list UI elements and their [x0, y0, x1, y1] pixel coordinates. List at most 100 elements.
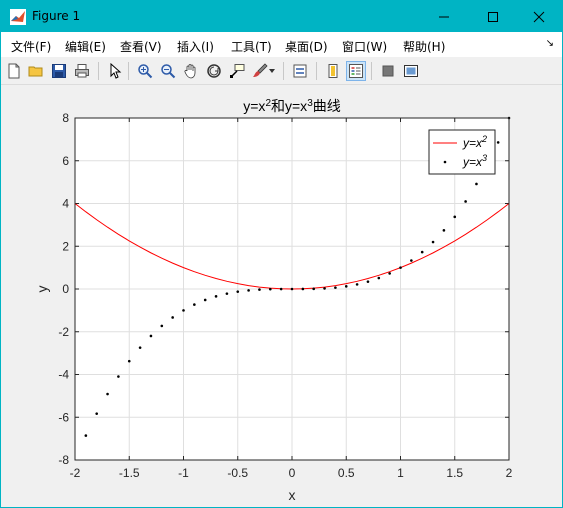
close-icon [533, 11, 545, 22]
chevron-down-icon [269, 69, 275, 73]
data-point-x3 [431, 240, 435, 244]
data-point-x3 [334, 286, 337, 289]
show-plot-tools-icon [404, 65, 418, 77]
open-file-icon [28, 66, 43, 77]
maximize-button[interactable] [470, 1, 516, 32]
legend[interactable]: y=x2 y=x3 [428, 129, 496, 175]
colorbar-button[interactable] [323, 61, 343, 81]
data-point-x3 [258, 288, 261, 291]
toolbar-separator [128, 62, 129, 80]
data-point-x3 [323, 287, 326, 290]
y-tick-label: -4 [58, 368, 69, 382]
zoom-in-button[interactable] [135, 61, 155, 81]
legend-icon [349, 64, 363, 78]
hide-plot-tools-button[interactable] [378, 61, 398, 81]
menu-help[interactable]: 帮助(H) [403, 38, 445, 55]
y-tick-label: 0 [62, 282, 69, 296]
data-point-x3 [388, 272, 391, 275]
title-bar[interactable]: Figure 1 [1, 1, 562, 32]
data-point-x3 [496, 141, 500, 144]
print-button[interactable] [72, 61, 92, 81]
pointer-button[interactable] [105, 61, 125, 81]
y-tick-label: 4 [62, 197, 69, 211]
colorbar-icon [328, 64, 338, 78]
save-button[interactable] [49, 61, 69, 81]
zoom-out-icon [161, 64, 176, 79]
open-file-button[interactable] [26, 61, 46, 81]
menu-tools[interactable]: 工具(T) [231, 38, 272, 55]
x-tick-label: 1 [397, 466, 404, 480]
menu-overflow-icon[interactable]: ↘ [546, 38, 554, 49]
toolbar-separator [316, 62, 317, 80]
link-plot-icon [293, 64, 307, 78]
x-tick-label: 0 [289, 466, 296, 480]
data-point-x3 [127, 359, 131, 363]
pan-button[interactable] [181, 61, 201, 81]
data-point-x3 [377, 276, 381, 280]
data-point-x3 [269, 287, 272, 291]
x-tick-label: 0.5 [338, 466, 355, 480]
y-tick-label: 8 [62, 111, 69, 125]
pan-icon [184, 64, 196, 79]
menu-file[interactable]: 文件(F) [11, 38, 51, 55]
legend-swatch-x3 [443, 160, 447, 164]
data-point-x3 [236, 290, 240, 293]
data-point-x3 [84, 434, 88, 437]
data-point-x3 [171, 316, 174, 319]
zoom-out-button[interactable] [158, 61, 178, 81]
data-point-x3 [279, 287, 283, 291]
link-plot-button[interactable] [290, 61, 310, 81]
data-point-x3 [453, 215, 457, 219]
x-tick-label: -0.5 [227, 466, 248, 480]
legend-button[interactable] [346, 61, 366, 81]
matlab-icon [10, 9, 26, 25]
data-point-x3 [464, 200, 467, 203]
data-point-x3 [355, 283, 359, 286]
y-tick-label: 2 [62, 239, 69, 253]
x-tick-label: -1 [178, 466, 189, 480]
minimize-button[interactable] [421, 1, 467, 32]
data-point-x3 [344, 285, 348, 288]
brush-dropdown[interactable] [267, 61, 277, 81]
data-point-x3 [106, 392, 109, 396]
data-point-x3 [149, 334, 153, 338]
data-point-x3 [399, 266, 402, 269]
show-plot-tools-button[interactable] [401, 61, 421, 81]
x-axis-label: x [289, 487, 296, 503]
menu-edit[interactable]: 编辑(E) [65, 38, 106, 55]
menu-bar: 文件(F) 编辑(E) 查看(V) 插入(I) 工具(T) 桌面(D) 窗口(W… [1, 32, 562, 57]
close-button[interactable] [516, 1, 562, 32]
menu-insert[interactable]: 插入(I) [177, 38, 214, 55]
menu-window[interactable]: 窗口(W) [342, 38, 387, 55]
y-tick-label: -2 [58, 325, 69, 339]
hide-plot-tools-icon [382, 65, 394, 77]
rotate-3d-button[interactable] [204, 61, 224, 81]
toolbar-separator [371, 62, 372, 80]
data-point-x3 [420, 250, 424, 254]
print-icon [75, 64, 89, 78]
data-point-x3 [193, 303, 196, 306]
data-point-x3 [182, 309, 185, 312]
data-point-x3 [247, 289, 250, 292]
data-point-x3 [475, 182, 478, 186]
data-point-x3 [366, 280, 370, 283]
menu-view[interactable]: 查看(V) [120, 38, 162, 55]
data-point-x3 [301, 287, 305, 291]
save-icon [52, 64, 66, 78]
minimize-icon [439, 16, 449, 17]
rotate-3d-icon [207, 64, 221, 78]
new-figure-icon [8, 63, 20, 79]
menu-desktop[interactable]: 桌面(D) [285, 38, 328, 55]
data-point-x3 [410, 259, 413, 262]
toolbar [1, 57, 562, 85]
brush-icon [253, 63, 268, 77]
data-cursor-button[interactable] [227, 61, 247, 81]
data-point-x3 [138, 346, 142, 349]
x-tick-label: 2 [506, 466, 513, 480]
pointer-icon [110, 63, 122, 79]
y-tick-label: -8 [58, 453, 69, 467]
maximize-icon [488, 11, 498, 22]
new-figure-button[interactable] [4, 61, 24, 81]
y-tick-label: 6 [62, 154, 69, 168]
data-point-x3 [225, 292, 229, 295]
